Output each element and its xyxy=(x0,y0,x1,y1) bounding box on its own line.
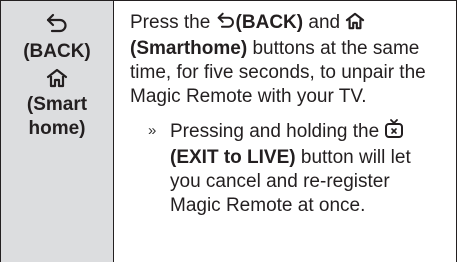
exit-bold-label: (EXIT to LIVE) xyxy=(170,147,296,168)
note-intro: Pressing and holding the xyxy=(170,121,385,142)
back-arrow-icon xyxy=(216,12,236,37)
instruction-table: (BACK) (Smart home) Press the (BACK) and… xyxy=(0,0,457,262)
back-bold-label: (BACK) xyxy=(235,12,304,33)
unpair-instruction: Press the (BACK) and (Smarthome) buttons… xyxy=(130,11,444,109)
note-text: Pressing and holding the (EXIT to LIVE) … xyxy=(170,119,444,218)
press-text: Press the xyxy=(130,12,216,33)
home-icon xyxy=(46,68,68,93)
home-label-line1: (Smart xyxy=(26,94,88,115)
note-bullet: » xyxy=(148,122,157,139)
home-label-line2: home) xyxy=(28,118,86,139)
back-label: (BACK) xyxy=(23,41,91,62)
home-icon xyxy=(345,12,365,37)
exit-to-live-icon xyxy=(384,119,404,146)
button-cell: (BACK) (Smart home) xyxy=(1,1,114,262)
and-text: and xyxy=(303,12,346,33)
back-arrow-icon xyxy=(45,13,69,40)
description-cell: Press the (BACK) and (Smarthome) buttons… xyxy=(114,1,456,262)
home-bold-label: (Smarthome) xyxy=(130,38,248,59)
note: » Pressing and holding the (EXIT to LIVE… xyxy=(148,119,444,218)
